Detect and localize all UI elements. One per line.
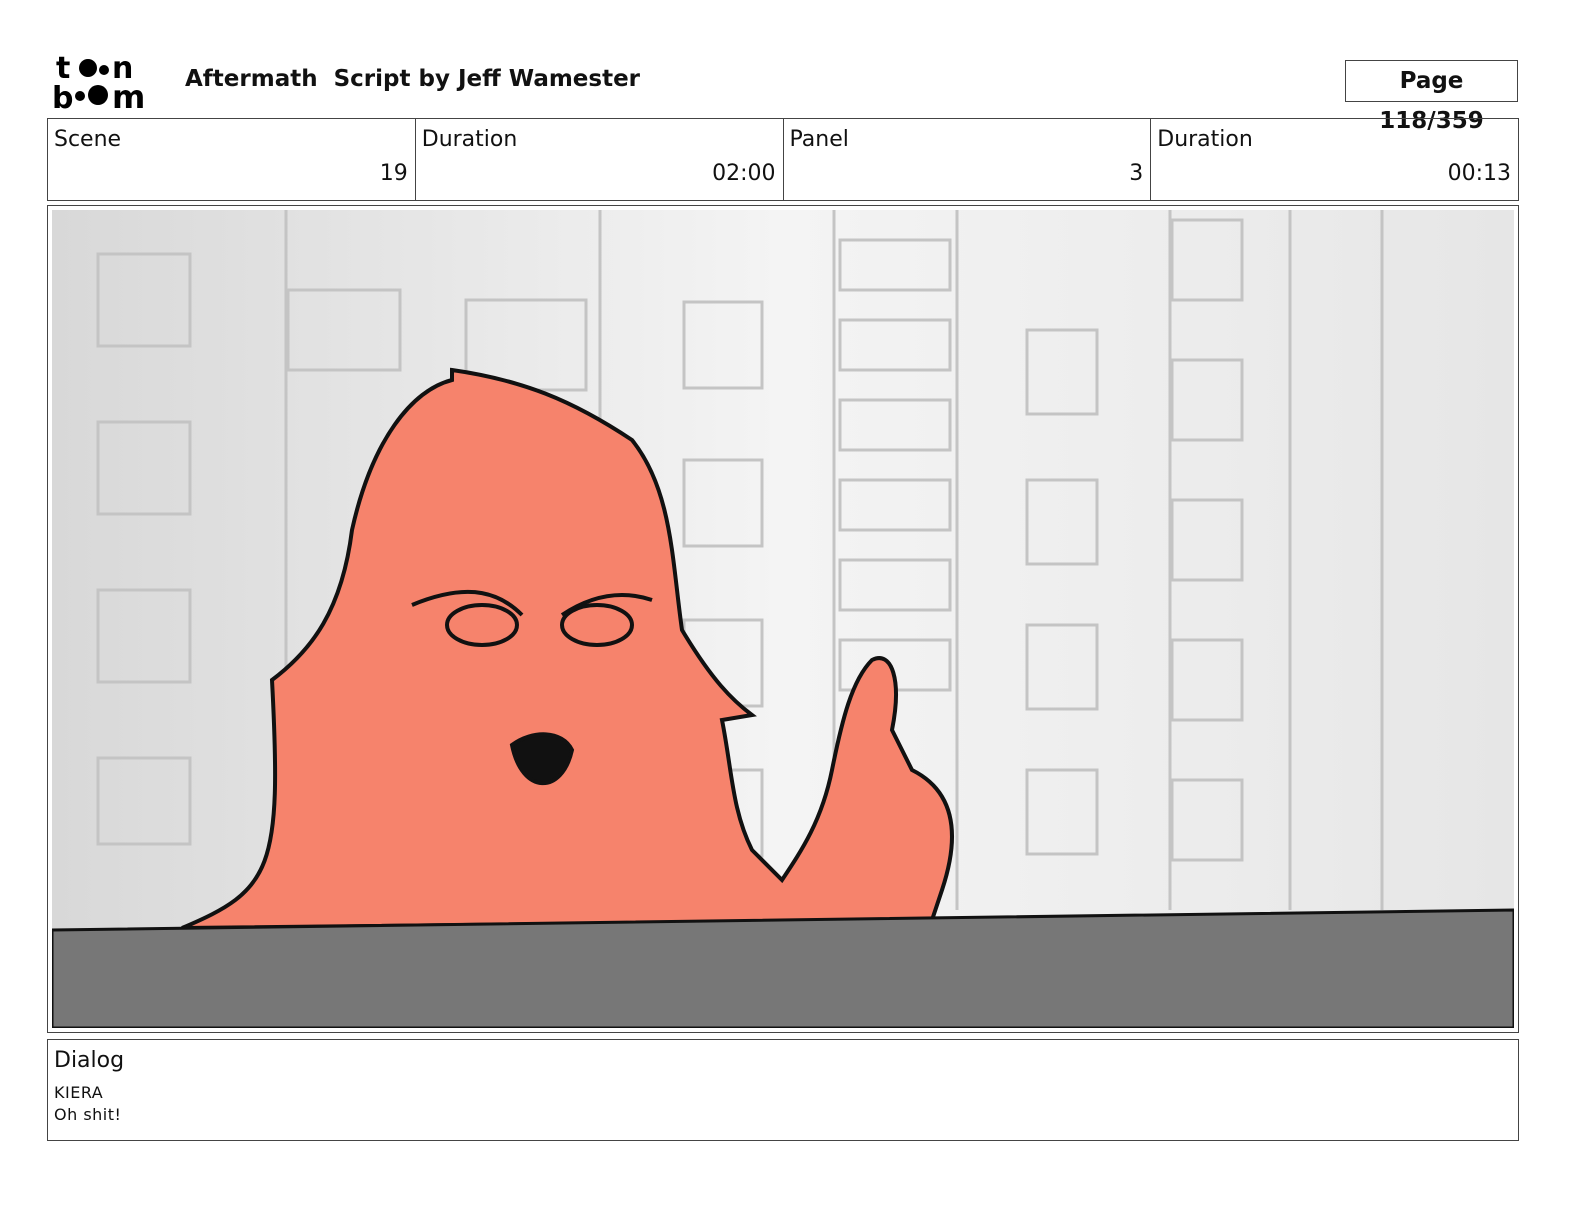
panel-duration-cell: Duration 00:13 (1151, 119, 1518, 200)
panel-cell: Panel 3 (784, 119, 1152, 200)
svg-text:m: m (112, 78, 145, 112)
scene-cell: Scene 19 (48, 119, 416, 200)
page-number: Page 118/359 (1345, 60, 1518, 134)
panel-value: 3 (1129, 161, 1144, 186)
dialog-label: Dialog (54, 1048, 125, 1073)
dialog-line: Oh shit! (54, 1105, 122, 1124)
panel-duration-value: 00:13 (1447, 161, 1511, 186)
toon-boom-logo: t n b m (52, 51, 145, 112)
scene-duration-label: Duration (421, 127, 518, 152)
panel-drawing (52, 210, 1514, 1028)
scene-duration-value: 02:00 (712, 161, 776, 186)
storyboard-panel (47, 205, 1519, 1033)
svg-text:b: b (52, 81, 73, 112)
panel-label: Panel (789, 127, 849, 152)
scene-value: 19 (379, 161, 408, 186)
panel-duration-label: Duration (1157, 127, 1253, 152)
scene-label: Scene (54, 127, 122, 152)
dialog-speaker: KIERA (54, 1083, 104, 1102)
dialog-box: Dialog KIERA Oh shit! (47, 1039, 1519, 1141)
info-table: Scene 19 Duration 02:00 Panel 3 Duration 00:… (47, 118, 1519, 201)
scene-duration-cell: Duration 02:00 (416, 119, 784, 200)
foreground-ledge (52, 908, 1514, 1028)
document-title: Aftermath Script by Jeff Wamester (185, 66, 641, 92)
